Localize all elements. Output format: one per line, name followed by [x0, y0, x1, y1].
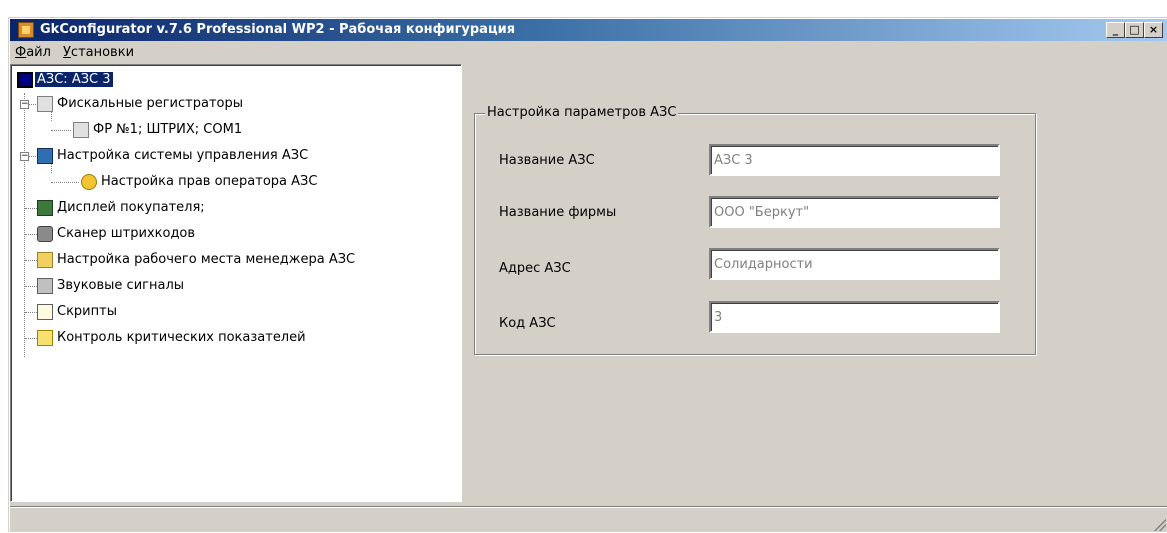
station-address-field[interactable] — [709, 248, 1000, 280]
tree-line — [51, 130, 71, 132]
script-icon — [37, 304, 53, 320]
title-bar[interactable]: GkConfigurator v.7.6 Professional WP2 - … — [10, 19, 1167, 41]
grid-panel-icon — [37, 148, 53, 164]
tree-item-label: Настройка прав оператора АЗС — [101, 174, 318, 189]
tree-line — [51, 182, 79, 184]
station-code-label: Код АЗС — [499, 316, 556, 331]
briefcase-icon — [37, 252, 53, 268]
window-title: GkConfigurator v.7.6 Professional WP2 - … — [40, 22, 516, 37]
collapse-icon[interactable]: − — [20, 100, 29, 109]
main-window: GkConfigurator v.7.6 Professional WP2 - … — [8, 17, 1167, 532]
tree-item-label: ФР №1; ШТРИХ; COM1 — [93, 122, 243, 137]
tree-line — [29, 104, 36, 106]
speaker-icon — [37, 278, 53, 294]
key-icon — [81, 174, 97, 190]
tree-line — [24, 93, 26, 357]
tree-line — [25, 338, 37, 340]
menu-bar: Файл Установки — [10, 42, 1167, 62]
menu-settings[interactable]: Установки — [63, 45, 134, 60]
scanner-icon — [37, 226, 53, 242]
group-title: Настройка параметров АЗС — [485, 105, 679, 120]
station-icon — [17, 72, 33, 88]
tree-item-label: Настройка рабочего места менеджера АЗС — [57, 252, 356, 267]
tree-item-label: Звуковые сигналы — [57, 278, 185, 293]
tree-line — [25, 312, 37, 314]
company-name-label: Название фирмы — [499, 205, 617, 220]
close-button[interactable]: × — [1144, 22, 1163, 38]
tree-item-label: Контроль критических показателей — [57, 330, 306, 345]
tree-item-label: Скрипты — [57, 304, 117, 319]
tree-line — [25, 286, 37, 288]
maximize-button[interactable]: □ — [1125, 22, 1144, 38]
collapse-icon[interactable]: − — [20, 152, 29, 161]
app-logo-icon — [18, 22, 34, 38]
status-bar — [10, 506, 1167, 533]
tree-item-label: Сканер штрихкодов — [57, 226, 196, 241]
tree-item-label: Настройка системы управления АЗС — [57, 148, 309, 163]
tree-line — [25, 234, 37, 236]
tree-item-label: Фискальные регистраторы — [57, 96, 243, 111]
tree-line — [25, 260, 37, 262]
company-name-field[interactable] — [709, 196, 1000, 228]
menu-file[interactable]: Файл — [15, 45, 51, 60]
station-code-field[interactable] — [709, 301, 1000, 333]
display-icon — [37, 200, 53, 216]
printer-icon — [73, 122, 89, 138]
station-settings-group: Настройка параметров АЗС Название АЗС На… — [474, 105, 1036, 355]
tree-item-label: Дисплей покупателя; — [57, 200, 205, 215]
station-name-label: Название АЗС — [499, 153, 595, 168]
config-tree[interactable]: АЗС: АЗС 3 − Фискальные регистраторы ФР … — [10, 64, 462, 502]
minimize-button[interactable]: _ — [1106, 22, 1125, 38]
tree-line — [25, 208, 37, 210]
tree-root-label: АЗС: АЗС 3 — [34, 71, 114, 88]
resize-grip-icon[interactable] — [1154, 519, 1166, 531]
station-name-field[interactable] — [709, 144, 1000, 176]
envelope-alert-icon — [37, 330, 53, 346]
station-address-label: Адрес АЗС — [499, 261, 571, 276]
printer-icon — [37, 96, 53, 112]
tree-line — [29, 156, 36, 158]
